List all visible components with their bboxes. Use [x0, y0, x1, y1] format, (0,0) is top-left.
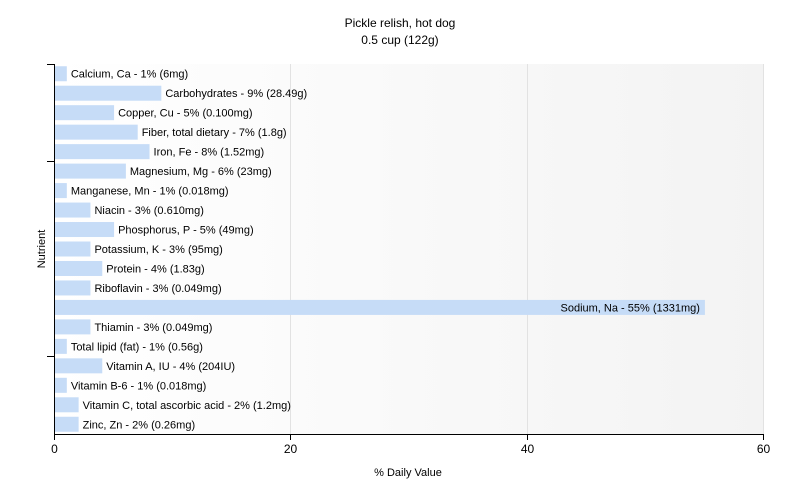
x-tick-label-60: 60: [757, 442, 771, 456]
bar-5: [55, 163, 126, 179]
bar-label-14: Total lipid (fat) - 1% (0.56g): [71, 341, 203, 353]
bar-15: [55, 358, 103, 374]
bar-10: [55, 260, 103, 276]
bar-16: [55, 377, 67, 393]
bar-label-2: Copper, Cu - 5% (0.100mg): [118, 108, 253, 120]
bar-7: [55, 202, 91, 218]
bar-label-12: Sodium, Na - 55% (1331mg): [561, 302, 700, 314]
bar-6: [55, 183, 67, 199]
bar-3: [55, 124, 138, 140]
bar-0: [55, 66, 67, 82]
bar-4: [55, 144, 150, 160]
bar-label-15: Vitamin A, IU - 4% (204IU): [106, 361, 235, 373]
bar-1: [55, 85, 162, 101]
bar-label-16: Vitamin B-6 - 1% (0.018mg): [71, 380, 207, 392]
bar-14: [55, 338, 67, 354]
bar-11: [55, 280, 91, 296]
bar-label-10: Protein - 4% (1.83g): [106, 263, 204, 275]
y-axis-label: Nutrient: [36, 230, 48, 269]
bar-2: [55, 105, 115, 121]
x-tick-label-0: 0: [51, 442, 58, 456]
bar-17: [55, 397, 79, 413]
bar-label-7: Niacin - 3% (0.610mg): [94, 205, 203, 217]
bar-9: [55, 241, 91, 257]
x-tick-label-20: 20: [284, 442, 298, 456]
chart-container: Calcium, Ca - 1% (6mg) Carbohydrates - 9%…: [0, 0, 800, 500]
bar-18: [55, 416, 79, 432]
x-axis-label: % Daily Value: [374, 467, 442, 479]
bar-label-6: Manganese, Mn - 1% (0.018mg): [71, 186, 229, 198]
x-tick-label-40: 40: [521, 442, 535, 456]
bar-label-8: Phosphorus, P - 5% (49mg): [118, 225, 254, 237]
bar-label-4: Iron, Fe - 8% (1.52mg): [154, 147, 265, 159]
bar-label-3: Fiber, total dietary - 7% (1.8g): [142, 127, 287, 139]
bar-label-17: Vitamin C, total ascorbic acid - 2% (1.2…: [83, 400, 291, 412]
bar-8: [55, 222, 115, 238]
bar-label-5: Magnesium, Mg - 6% (23mg): [130, 166, 272, 178]
bar-label-13: Thiamin - 3% (0.049mg): [94, 322, 212, 334]
chart-subtitle: 0.5 cup (122g): [361, 33, 438, 47]
bar-label-1: Carbohydrates - 9% (28.49g): [165, 88, 307, 100]
bar-label-11: Riboflavin - 3% (0.049mg): [94, 283, 221, 295]
bar-13: [55, 319, 91, 335]
nutrition-bar-chart: Calcium, Ca - 1% (6mg) Carbohydrates - 9%…: [36, 16, 770, 479]
x-axis-ticks: 0 20 40 60: [51, 434, 770, 456]
chart-title: Pickle relish, hot dog: [345, 16, 456, 30]
bar-label-18: Zinc, Zn - 2% (0.26mg): [83, 419, 195, 431]
bar-label-0: Calcium, Ca - 1% (6mg): [71, 69, 188, 81]
bar-label-9: Potassium, K - 3% (95mg): [94, 244, 222, 256]
